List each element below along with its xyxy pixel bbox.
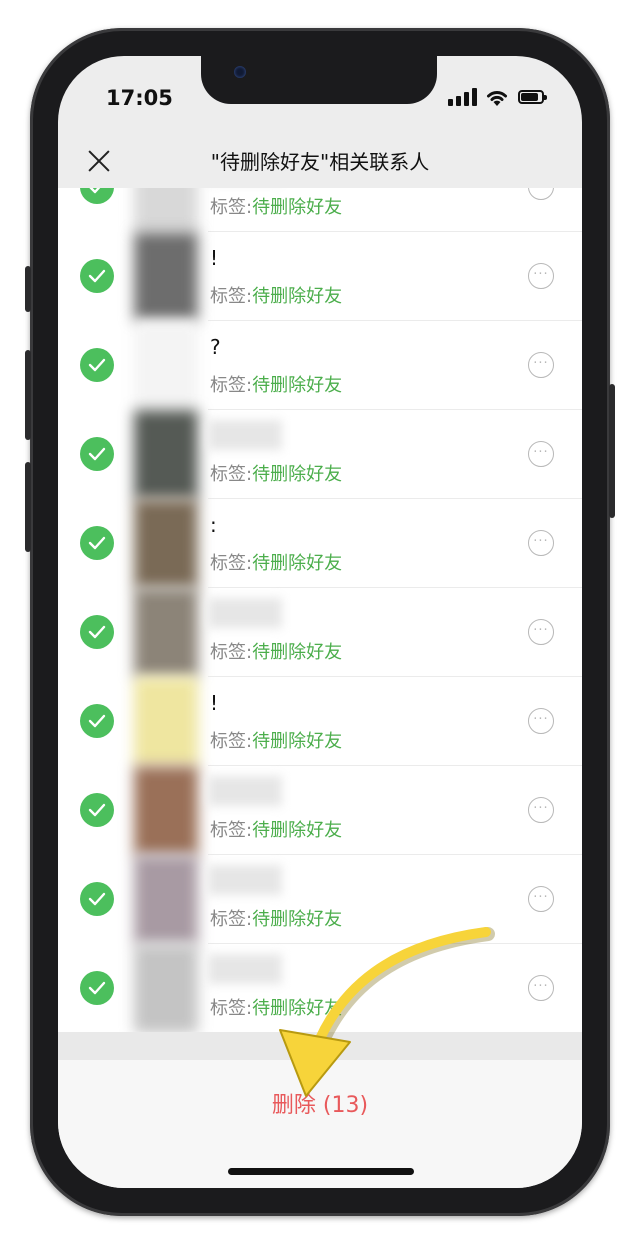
contact-tag: 标签:待删除好友 (210, 638, 342, 664)
list-item[interactable]: ? 标签:待删除好友 ··· (58, 321, 582, 410)
checked-icon[interactable] (80, 793, 114, 827)
tag-value: 待删除好友 (252, 731, 343, 752)
contact-tag: 标签:待删除好友 (210, 460, 342, 486)
list-item[interactable]: 标签:待删除好友 ··· (58, 188, 582, 232)
blurred-name (208, 598, 282, 628)
blurred-name (208, 865, 282, 895)
avatar (134, 188, 198, 232)
tag-value: 待删除好友 (252, 197, 343, 218)
tag-value: 待删除好友 (252, 642, 343, 663)
tag-value: 待删除好友 (252, 909, 343, 930)
contact-tag: 标签:待删除好友 (210, 994, 342, 1020)
list-item[interactable]: 标签:待删除好友 ··· (58, 410, 582, 499)
contact-name: ! (210, 246, 219, 270)
power-button (609, 384, 615, 518)
blurred-name (208, 420, 282, 450)
list-item[interactable]: 标签:待删除好友 ··· (58, 855, 582, 944)
list-item[interactable]: 标签:待删除好友 ··· (58, 766, 582, 855)
tag-prefix: 标签: (210, 375, 253, 396)
wifi-icon (487, 91, 507, 106)
checked-icon[interactable] (80, 615, 114, 649)
tag-prefix: 标签: (210, 286, 253, 307)
checked-icon[interactable] (80, 259, 114, 293)
volume-down-button (25, 462, 31, 552)
contact-name: : (210, 513, 217, 537)
avatar (134, 677, 198, 766)
more-options-icon[interactable]: ··· (528, 441, 554, 467)
tag-prefix: 标签: (210, 731, 253, 752)
tag-value: 待删除好友 (252, 553, 343, 574)
checked-icon[interactable] (80, 188, 114, 204)
bottom-bar: 删除 (13) (58, 1032, 582, 1188)
list-item[interactable]: : 标签:待删除好友 ··· (58, 499, 582, 588)
page-title: "待删除好友"相关联系人 (210, 150, 430, 174)
tag-value: 待删除好友 (252, 820, 343, 841)
tag-value: 待删除好友 (252, 998, 343, 1019)
tag-prefix: 标签: (210, 998, 253, 1019)
more-options-icon[interactable]: ··· (528, 708, 554, 734)
volume-up-button (25, 350, 31, 440)
camera-icon (234, 66, 246, 78)
nav-bar: "待删除好友"相关联系人 (58, 134, 582, 188)
more-options-icon[interactable]: ··· (528, 619, 554, 645)
list-item[interactable]: 标签:待删除好友 ··· (58, 588, 582, 677)
avatar (134, 855, 198, 944)
contact-tag: 标签:待删除好友 (210, 371, 342, 397)
contact-name: ! (210, 691, 219, 715)
home-indicator (228, 1168, 414, 1175)
signal-icon (448, 88, 478, 106)
battery-icon (518, 90, 547, 104)
checked-icon[interactable] (80, 704, 114, 738)
contact-tag: 标签:待删除好友 (210, 727, 342, 753)
more-options-icon[interactable]: ··· (528, 975, 554, 1001)
list-item[interactable]: ! 标签:待删除好友 ··· (58, 677, 582, 766)
checked-icon[interactable] (80, 971, 114, 1005)
tag-prefix: 标签: (210, 553, 253, 574)
silent-switch (25, 266, 31, 312)
delete-button[interactable]: 删除 (13) (58, 1087, 582, 1119)
list-item[interactable]: 标签:待删除好友 ··· (58, 944, 582, 1032)
contact-name: ? (210, 335, 221, 359)
tag-value: 待删除好友 (252, 286, 343, 307)
contact-tag: 标签:待删除好友 (210, 193, 342, 219)
checked-icon[interactable] (80, 882, 114, 916)
blurred-name (208, 776, 282, 806)
more-options-icon[interactable]: ··· (528, 530, 554, 556)
screen: 17:05 "待删除好友"相关联系人 标签:待删除好友···!标签:待删除好友·… (58, 56, 582, 1188)
status-time: 17:05 (106, 86, 173, 110)
tag-prefix: 标签: (210, 909, 253, 930)
tag-prefix: 标签: (210, 197, 253, 218)
avatar (134, 410, 198, 499)
tag-prefix: 标签: (210, 642, 253, 663)
more-options-icon[interactable]: ··· (528, 797, 554, 823)
checked-icon[interactable] (80, 526, 114, 560)
contact-list[interactable]: 标签:待删除好友···!标签:待删除好友···?标签:待删除好友···标签:待删… (58, 188, 582, 1032)
more-options-icon[interactable]: ··· (528, 352, 554, 378)
contact-tag: 标签:待删除好友 (210, 816, 342, 842)
contact-tag: 标签:待删除好友 (210, 282, 342, 308)
more-options-icon[interactable]: ··· (528, 263, 554, 289)
more-options-icon[interactable]: ··· (528, 188, 554, 200)
tag-prefix: 标签: (210, 820, 253, 841)
tag-value: 待删除好友 (252, 375, 343, 396)
notch (201, 56, 437, 104)
blurred-name (208, 954, 282, 984)
contact-tag: 标签:待删除好友 (210, 905, 342, 931)
avatar (134, 321, 198, 410)
avatar (134, 588, 198, 677)
list-item[interactable]: ! 标签:待删除好友 ··· (58, 232, 582, 321)
avatar (134, 766, 198, 855)
avatar (134, 499, 198, 588)
checked-icon[interactable] (80, 348, 114, 382)
more-options-icon[interactable]: ··· (528, 886, 554, 912)
checked-icon[interactable] (80, 437, 114, 471)
tag-value: 待删除好友 (252, 464, 343, 485)
avatar (134, 944, 198, 1032)
bottom-divider (58, 1032, 582, 1060)
tag-prefix: 标签: (210, 464, 253, 485)
contact-tag: 标签:待删除好友 (210, 549, 342, 575)
avatar (134, 232, 198, 321)
